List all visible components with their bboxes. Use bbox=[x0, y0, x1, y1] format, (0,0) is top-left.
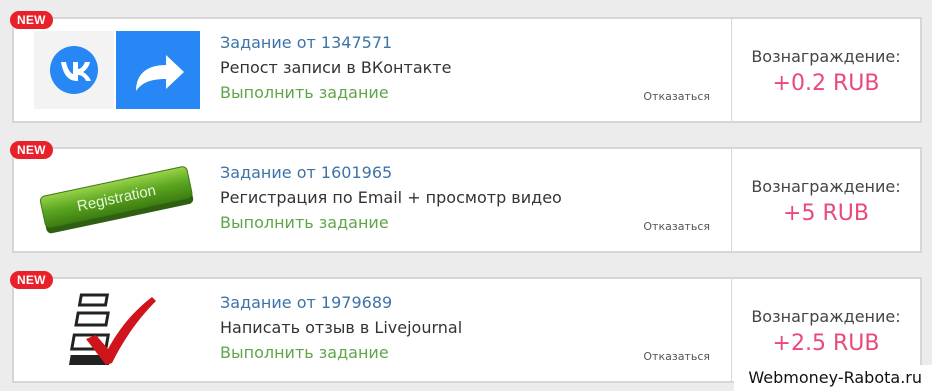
checklist-icon bbox=[68, 293, 156, 365]
task-thumbnail[interactable] bbox=[34, 291, 200, 369]
task-thumbnail[interactable]: Registration bbox=[34, 161, 200, 239]
reward-label: Вознаграждение: bbox=[751, 47, 901, 66]
task-card: NEW Registration Задание от 1601965 Реги… bbox=[10, 141, 922, 253]
site-watermark: Webmoney-Rabota.ru bbox=[734, 365, 932, 391]
decline-link[interactable]: Отказаться bbox=[643, 350, 710, 363]
decline-link[interactable]: Отказаться bbox=[643, 90, 710, 103]
new-badge: NEW bbox=[10, 141, 53, 159]
reward-value: +5 RUB bbox=[783, 201, 869, 226]
task-id[interactable]: Задание от 1979689 bbox=[220, 293, 720, 318]
task-id[interactable]: Задание от 1347571 bbox=[220, 33, 720, 58]
task-thumbnail[interactable] bbox=[34, 31, 200, 109]
task-title: Репост записи в ВКонтакте bbox=[220, 58, 452, 77]
vk-repost-icon bbox=[34, 31, 200, 109]
reward-label: Вознаграждение: bbox=[751, 307, 901, 326]
reward-label: Вознаграждение: bbox=[751, 177, 901, 196]
new-badge: NEW bbox=[10, 11, 53, 29]
reward-value: +2.5 RUB bbox=[772, 331, 880, 356]
task-card: NEW Задание от 1347571 Репост записи в В… bbox=[10, 11, 922, 123]
reward-panel: Вознаграждение: +5 RUB bbox=[731, 149, 920, 251]
task-title: Регистрация по Email + просмотр видео bbox=[220, 188, 562, 207]
task-title: Написать отзыв в Livejournal bbox=[220, 318, 463, 337]
reward-value: +0.2 RUB bbox=[772, 71, 880, 96]
reward-panel: Вознаграждение: +0.2 RUB bbox=[731, 19, 920, 121]
task-id[interactable]: Задание от 1601965 bbox=[220, 163, 720, 188]
new-badge: NEW bbox=[10, 271, 53, 289]
decline-link[interactable]: Отказаться bbox=[643, 220, 710, 233]
registration-button-icon: Registration bbox=[39, 166, 194, 234]
